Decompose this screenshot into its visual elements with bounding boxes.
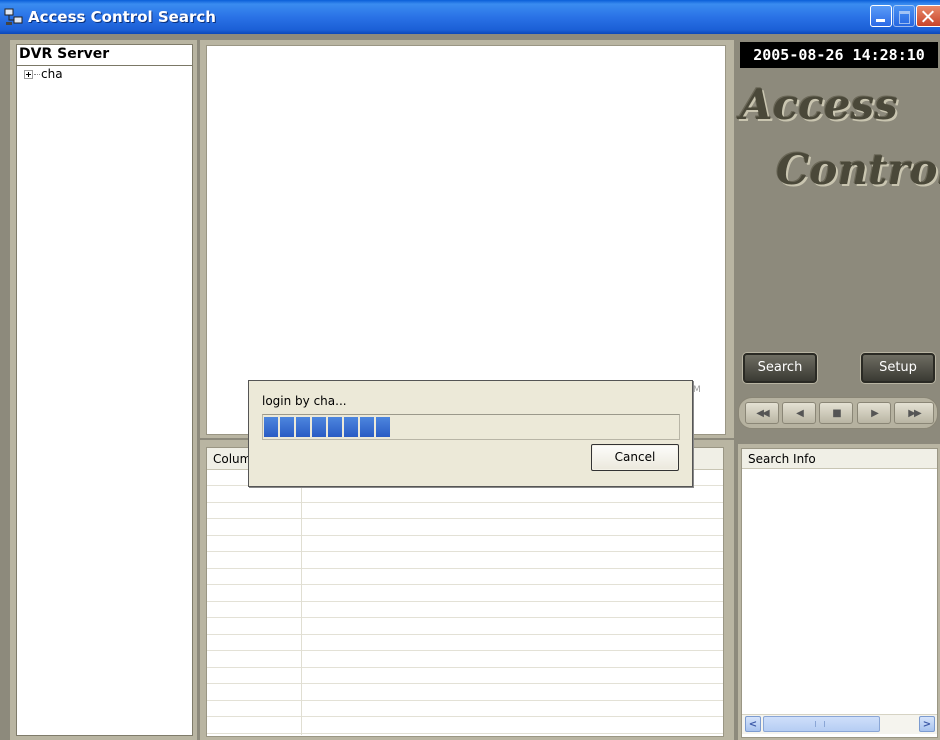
app-network-icon xyxy=(4,8,23,25)
table-row[interactable] xyxy=(207,685,723,701)
video-mark: M xyxy=(693,385,701,395)
dvr-tree[interactable] xyxy=(16,44,193,736)
rewind-button[interactable]: ◀◀ xyxy=(745,402,779,424)
progress-segment xyxy=(264,417,278,437)
table-row[interactable] xyxy=(207,569,723,585)
progress-segment xyxy=(360,417,374,437)
table-row[interactable] xyxy=(207,520,723,536)
column-header[interactable]: Colum xyxy=(213,452,251,466)
cancel-button[interactable]: Cancel xyxy=(591,444,679,471)
list-rows xyxy=(207,470,723,735)
video-view[interactable] xyxy=(206,45,726,435)
progress-segment xyxy=(376,417,390,437)
close-button[interactable] xyxy=(916,5,940,27)
table-row[interactable] xyxy=(207,586,723,602)
search-info-list[interactable] xyxy=(741,448,938,738)
tree-connector xyxy=(34,74,40,75)
search-button[interactable]: Search xyxy=(743,353,817,383)
title-bar[interactable]: Access Control Search xyxy=(0,0,940,34)
table-row[interactable] xyxy=(207,487,723,503)
table-row[interactable] xyxy=(207,652,723,668)
fast-forward-button[interactable]: ▶▶ xyxy=(894,402,934,424)
table-row[interactable] xyxy=(207,635,723,651)
progress-fill xyxy=(264,417,390,437)
progress-segment xyxy=(328,417,342,437)
scroll-right-icon[interactable]: > xyxy=(919,716,935,732)
step-back-button[interactable]: ◀ xyxy=(782,402,816,424)
progress-segment xyxy=(280,417,294,437)
scroll-grip-icon xyxy=(815,721,825,727)
table-row[interactable] xyxy=(207,668,723,684)
table-row[interactable] xyxy=(207,503,723,519)
clock-display: 2005-08-26 14:28:10 xyxy=(740,42,938,68)
progress-segment xyxy=(312,417,326,437)
setup-button[interactable]: Setup xyxy=(861,353,935,383)
maximize-button[interactable] xyxy=(893,5,915,27)
tree-expand-icon[interactable] xyxy=(24,70,33,79)
logo-control: Control xyxy=(776,145,940,194)
scroll-left-icon[interactable]: < xyxy=(745,716,761,732)
table-row[interactable] xyxy=(207,718,723,734)
table-row[interactable] xyxy=(207,619,723,635)
progress-segment xyxy=(296,417,310,437)
minimize-button[interactable] xyxy=(870,5,892,27)
window-title: Access Control Search xyxy=(28,8,216,26)
table-row[interactable] xyxy=(207,701,723,717)
column-divider xyxy=(301,470,302,735)
progress-segment xyxy=(344,417,358,437)
tree-item-cha[interactable]: cha xyxy=(41,67,63,81)
search-info-label: Search Info xyxy=(748,452,816,466)
login-message: login by cha... xyxy=(262,394,347,408)
table-row[interactable] xyxy=(207,536,723,552)
table-row[interactable] xyxy=(207,553,723,569)
table-row[interactable] xyxy=(207,602,723,618)
play-button[interactable]: ▶ xyxy=(857,402,891,424)
stop-button[interactable]: ■ xyxy=(819,402,853,424)
tree-header-label: DVR Server xyxy=(19,46,110,62)
logo-access: Access xyxy=(740,80,898,129)
